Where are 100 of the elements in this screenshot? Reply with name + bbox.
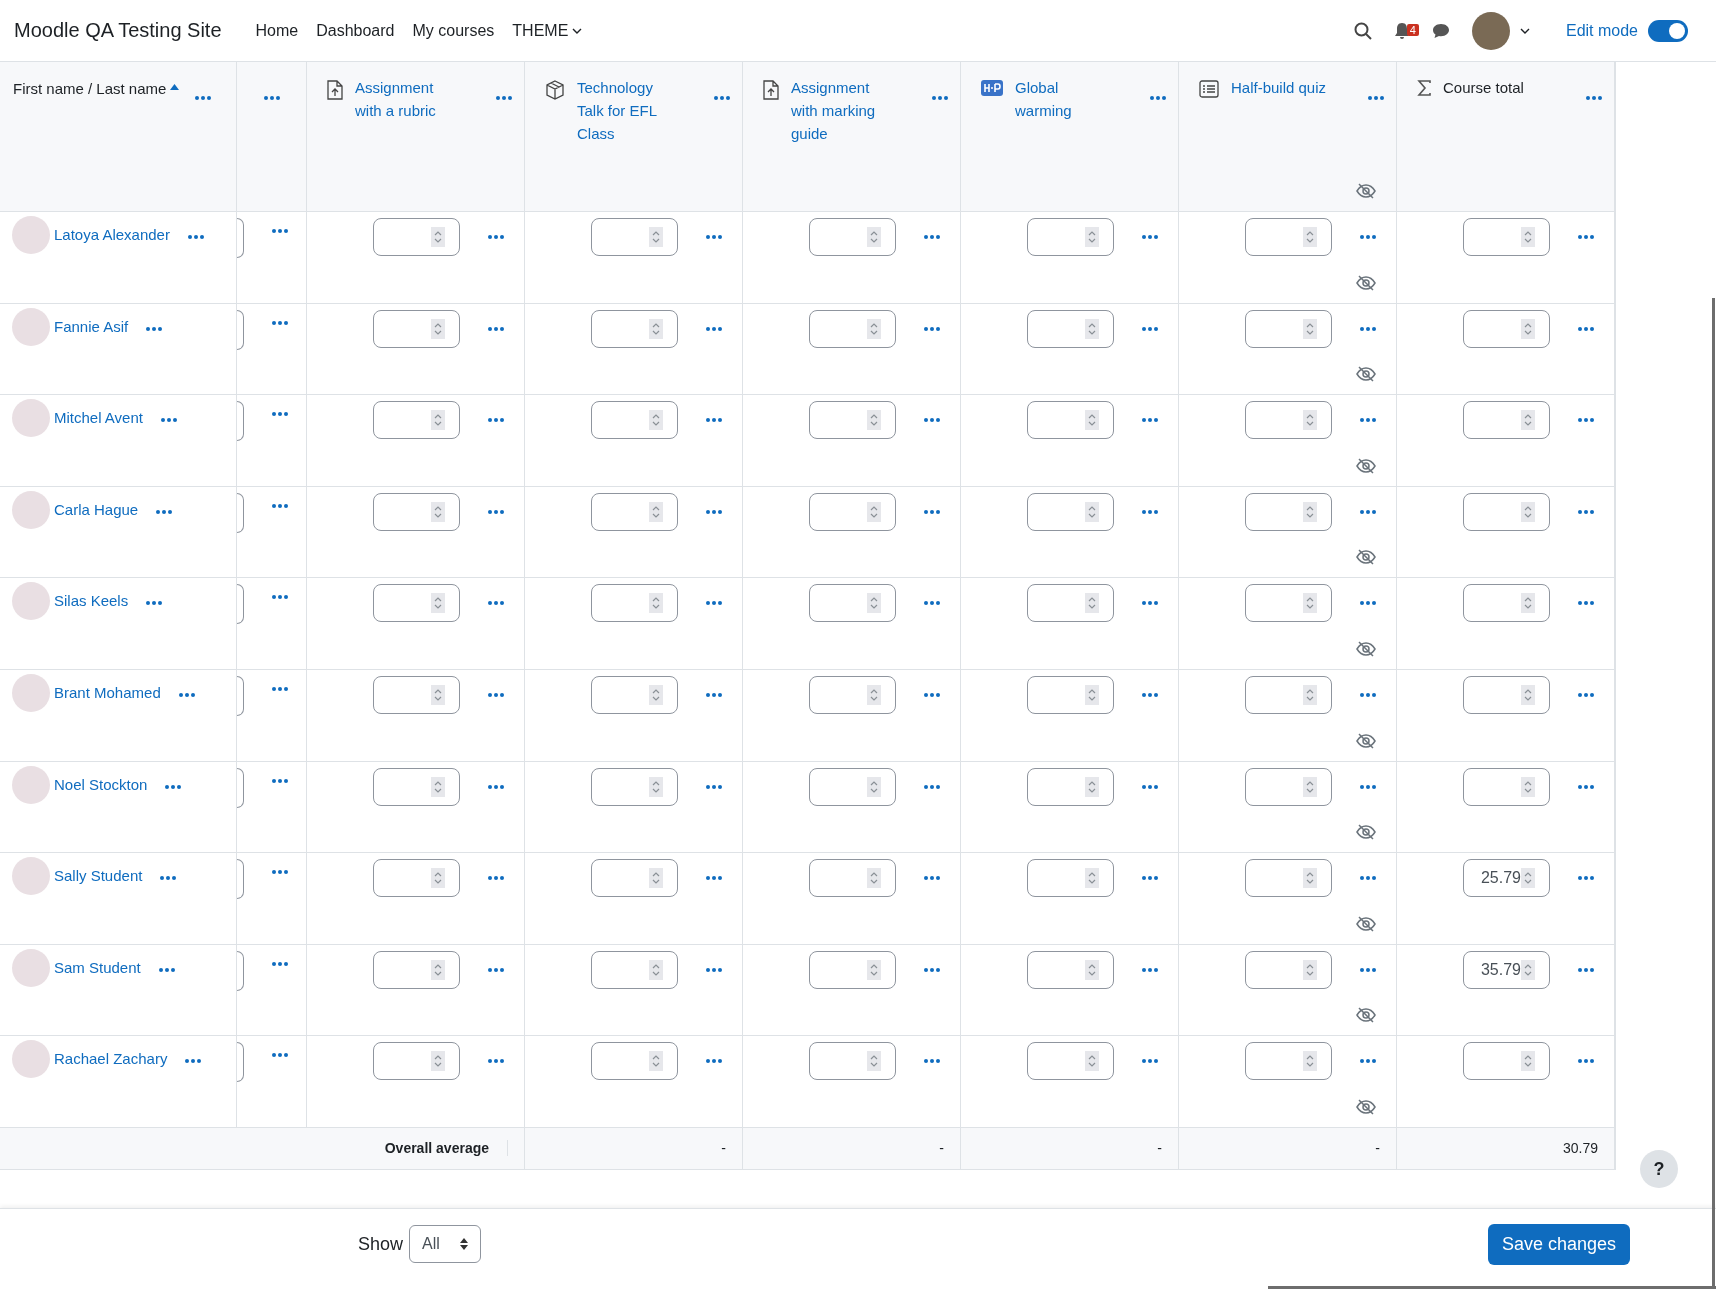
more-actions-icon[interactable] (1142, 509, 1158, 514)
more-actions-icon[interactable] (272, 503, 288, 508)
grade-field[interactable] (809, 218, 896, 256)
student-name[interactable]: Sally Student (54, 867, 143, 885)
more-actions-icon[interactable] (156, 509, 173, 514)
more-actions-icon[interactable] (272, 870, 288, 875)
grade-field[interactable] (373, 401, 460, 440)
more-actions-icon[interactable] (924, 601, 940, 606)
grade-field[interactable] (809, 309, 896, 348)
grade-field[interactable] (1245, 218, 1332, 256)
more-actions-icon[interactable] (488, 235, 504, 239)
spinner-icon[interactable] (431, 1051, 445, 1072)
spinner-icon[interactable] (1085, 868, 1099, 889)
spinner-icon[interactable] (1521, 318, 1535, 339)
column-header[interactable]: Assignment with marking guide (791, 76, 892, 145)
more-actions-icon[interactable] (706, 601, 722, 606)
grade-field[interactable] (591, 767, 678, 806)
grade-field[interactable] (1245, 401, 1332, 440)
more-actions-icon[interactable] (195, 96, 212, 100)
more-actions-icon[interactable] (706, 235, 722, 239)
spinner-icon[interactable] (1303, 501, 1317, 522)
grade-field[interactable] (591, 309, 678, 348)
grade-field[interactable] (591, 401, 678, 440)
spinner-icon[interactable] (1521, 410, 1535, 431)
user-avatar[interactable] (1471, 11, 1510, 50)
nav-link[interactable]: Home (255, 21, 299, 40)
more-actions-icon[interactable] (1368, 96, 1384, 100)
spinner-icon[interactable] (867, 227, 881, 247)
spinner-icon[interactable] (867, 776, 881, 797)
spinner-icon[interactable] (1085, 318, 1099, 339)
spinner-icon[interactable] (431, 959, 445, 980)
grade-field[interactable] (1463, 584, 1550, 623)
grade-field[interactable] (591, 584, 678, 623)
more-actions-icon[interactable] (924, 235, 940, 239)
more-actions-icon[interactable] (272, 412, 288, 417)
more-actions-icon[interactable] (1578, 967, 1594, 972)
more-actions-icon[interactable] (488, 967, 504, 972)
spinner-icon[interactable] (1085, 501, 1099, 522)
more-actions-icon[interactable] (924, 509, 940, 514)
spinner-icon[interactable] (1521, 1051, 1535, 1072)
spinner-icon[interactable] (431, 227, 445, 247)
column-header[interactable]: Global warming (1015, 76, 1116, 122)
grade-field[interactable] (591, 1042, 678, 1081)
spinner-icon[interactable] (431, 776, 445, 797)
more-actions-icon[interactable] (272, 595, 288, 600)
grade-field[interactable] (1245, 309, 1332, 348)
save-button[interactable]: Save changes (1487, 1223, 1630, 1265)
more-actions-icon[interactable] (1142, 876, 1158, 881)
spinner-icon[interactable] (1303, 227, 1317, 247)
more-actions-icon[interactable] (1360, 235, 1376, 239)
more-actions-icon[interactable] (178, 692, 195, 697)
more-actions-icon[interactable] (1142, 326, 1158, 331)
grade-field[interactable] (1463, 767, 1550, 806)
more-actions-icon[interactable] (1142, 692, 1158, 697)
grade-field[interactable] (1245, 1042, 1332, 1081)
spinner-icon[interactable] (649, 684, 663, 705)
spinner-icon[interactable] (431, 501, 445, 522)
show-select[interactable]: All (409, 1225, 482, 1263)
grade-field[interactable] (809, 675, 896, 714)
spinner-icon[interactable] (649, 318, 663, 339)
more-actions-icon[interactable] (706, 509, 722, 514)
more-actions-icon[interactable] (1360, 967, 1376, 972)
spinner-icon[interactable] (1085, 684, 1099, 705)
edit-mode-toggle[interactable] (1648, 19, 1688, 42)
grade-field[interactable] (1463, 492, 1550, 531)
more-actions-icon[interactable] (272, 1053, 288, 1058)
more-actions-icon[interactable] (1150, 96, 1166, 100)
more-actions-icon[interactable] (488, 326, 504, 331)
column-header[interactable]: Half-build quiz (1231, 76, 1332, 99)
spinner-icon[interactable] (1521, 959, 1535, 980)
more-actions-icon[interactable] (932, 96, 948, 100)
grade-field[interactable] (1027, 218, 1114, 256)
more-actions-icon[interactable] (706, 326, 722, 331)
spinner-icon[interactable] (431, 868, 445, 889)
more-actions-icon[interactable] (1578, 876, 1594, 881)
spinner-icon[interactable] (1085, 593, 1099, 614)
spinner-icon[interactable] (431, 593, 445, 614)
more-actions-icon[interactable] (272, 320, 288, 325)
spinner-icon[interactable] (867, 501, 881, 522)
grade-field[interactable] (1463, 218, 1550, 256)
more-actions-icon[interactable] (1142, 1059, 1158, 1064)
more-actions-icon[interactable] (146, 326, 163, 331)
grade-field[interactable] (1027, 584, 1114, 623)
spinner-icon[interactable] (431, 318, 445, 339)
more-actions-icon[interactable] (924, 784, 940, 789)
spinner-icon[interactable] (867, 1051, 881, 1072)
nav-link[interactable]: THEME (512, 21, 583, 40)
more-actions-icon[interactable] (1578, 418, 1594, 423)
spinner-icon[interactable] (1521, 868, 1535, 889)
spinner-icon[interactable] (649, 410, 663, 431)
grade-field[interactable] (1027, 309, 1114, 348)
student-name[interactable]: Silas Keels (54, 592, 129, 610)
more-actions-icon[interactable] (714, 96, 730, 100)
more-actions-icon[interactable] (488, 876, 504, 881)
grade-field[interactable] (1245, 859, 1332, 898)
spinner-icon[interactable] (431, 684, 445, 705)
more-actions-icon[interactable] (706, 967, 722, 972)
grade-field[interactable] (809, 950, 896, 989)
grade-field[interactable] (1245, 950, 1332, 989)
spinner-icon[interactable] (1085, 959, 1099, 980)
